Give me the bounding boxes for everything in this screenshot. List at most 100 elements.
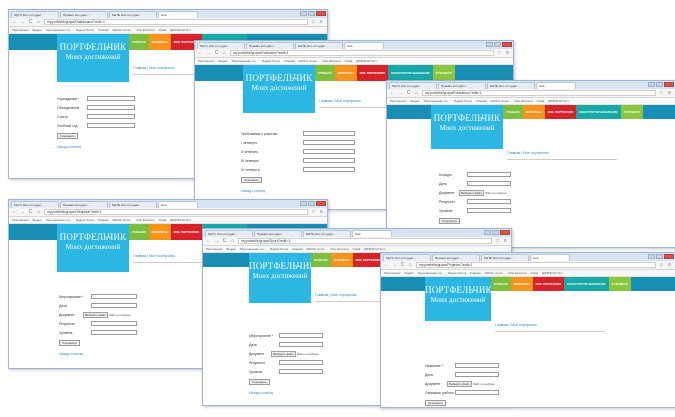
forward-arrow-icon[interactable]: → [392, 261, 397, 270]
breadcrumb[interactable]: Главная | Мое портфолио [507, 151, 549, 155]
bookmark-item[interactable]: Mail.Ru почта... [307, 247, 327, 251]
close-button[interactable] [316, 201, 326, 206]
forward-arrow-icon[interactable]: → [214, 237, 219, 246]
text-input[interactable] [455, 363, 499, 368]
menu-item[interactable]: ГЛАВНАЯ [503, 105, 523, 119]
browser-tab[interactable]: МаТЕ Кол-тол-удел... [481, 254, 529, 261]
close-button[interactable] [664, 82, 674, 87]
menu-item[interactable]: МОЕ ПОРТФОЛИО [170, 224, 203, 240]
url-input[interactable]: my.portfelik/grups/Sport/?edit=1 [238, 238, 492, 244]
bookmark-item[interactable]: Яндекс Почта [270, 247, 288, 251]
bookmark-item[interactable]: Приложения [390, 99, 406, 103]
menu-icon[interactable]: ≡ [503, 237, 508, 246]
menu-item[interactable]: ГЛАВНАЯ [129, 224, 149, 240]
minimize-button[interactable] [300, 11, 307, 16]
text-input[interactable] [279, 342, 323, 347]
site-logo[interactable]: ПОРТФЕЛЬЧИК Моих достижений [425, 277, 492, 321]
forward-arrow-icon[interactable]: → [398, 89, 403, 98]
minimize-button[interactable] [300, 201, 307, 206]
text-input[interactable] [279, 369, 323, 374]
close-button[interactable] [316, 11, 326, 16]
menu-icon[interactable]: ≡ [319, 208, 324, 217]
reload-icon[interactable]: C [406, 89, 411, 98]
home-icon[interactable]: ⌂ [408, 261, 413, 270]
site-logo[interactable]: ПОРТФЕЛЬЧИК Моих достижений [243, 65, 315, 113]
back-arrow-icon[interactable]: ← [384, 261, 389, 270]
menu-item[interactable]: ГЛАВНАЯ [311, 253, 331, 267]
maximize-button[interactable] [308, 201, 315, 206]
menu-item[interactable]: КОНСТРУКТОР ШАБЛОНОВ [388, 65, 433, 81]
browser-tab[interactable]: МаТЕ Кол-тол-удел... [109, 11, 157, 18]
star-icon[interactable]: ☆ [311, 18, 316, 27]
bookmark-item[interactable]: ДИФТЕСН Пост... [170, 28, 193, 32]
text-input[interactable] [303, 140, 355, 145]
bookmark-item[interactable]: ДИФТЕСН Пост... [542, 271, 565, 275]
bookmark-item[interactable]: Mail.Ru почта... [113, 28, 133, 32]
bookmark-item[interactable]: Управ [537, 99, 545, 103]
bookmark-item[interactable]: Персональная стр... [418, 271, 444, 275]
save-button[interactable]: Сохранить [439, 218, 460, 224]
bookmark-item[interactable]: Приложения [206, 247, 222, 251]
browser-tab[interactable]: Нов [158, 11, 198, 18]
text-input[interactable] [279, 360, 323, 365]
bookmark-item[interactable]: Персональная стр... [232, 59, 258, 63]
back-arrow-icon[interactable]: ← [12, 18, 17, 27]
menu-icon[interactable]: ≡ [319, 18, 324, 27]
browser-tab[interactable]: Нов [352, 230, 392, 237]
menu-item[interactable]: О ПРОЕКТЕ [432, 65, 455, 81]
browser-tab[interactable]: MyTC Кол-тол-удел... [383, 254, 431, 261]
choose-file-button[interactable]: Выберите файл [459, 190, 484, 196]
url-input[interactable]: my.portfelik/grups/Dashboard/?edit=1 [44, 19, 308, 25]
bookmark-item[interactable]: Яндекс [404, 271, 413, 275]
browser-tab[interactable]: MyTC Кол-тол-удел... [205, 230, 253, 237]
text-input[interactable] [87, 105, 135, 110]
text-input[interactable] [91, 294, 137, 299]
text-input[interactable] [303, 131, 355, 136]
bookmark-item[interactable]: Приложения [12, 28, 28, 32]
bookmark-item[interactable]: Управ [159, 218, 167, 222]
menu-item[interactable]: ГЛАВНАЯ [129, 34, 149, 50]
maximize-button[interactable] [308, 11, 315, 16]
reload-icon[interactable]: C [400, 261, 405, 270]
choose-file-button[interactable]: Выберите файл [83, 312, 108, 318]
text-input[interactable] [91, 303, 137, 308]
bookmark-item[interactable]: Приложения [12, 218, 28, 222]
text-input[interactable] [467, 208, 511, 213]
bookmark-item[interactable]: Приложения [198, 59, 214, 63]
menu-item[interactable]: ИНТЕРЕСЫ [334, 65, 357, 81]
bookmark-item[interactable]: Яндекс Почта [76, 28, 94, 32]
breadcrumb[interactable]: Главная | Мое портфолио [495, 323, 537, 327]
menu-item[interactable]: ГЛАВНАЯ [491, 277, 511, 291]
save-button[interactable]: Сохранить [57, 133, 78, 139]
star-icon[interactable]: ☆ [497, 49, 502, 58]
bookmark-item[interactable]: ДИФТЕСН Пост... [356, 59, 379, 63]
bookmark-item[interactable]: Приложения [384, 271, 400, 275]
minimize-button[interactable] [648, 82, 655, 87]
menu-icon[interactable]: ≡ [667, 261, 672, 270]
back-to-list-link[interactable]: Назад к списку [57, 145, 177, 149]
star-icon[interactable]: ☆ [659, 261, 664, 270]
maximize-button[interactable] [492, 230, 499, 235]
browser-tab[interactable]: Нов [344, 42, 384, 49]
text-input[interactable] [303, 158, 355, 163]
menu-item[interactable]: ИНТЕРЕСЫ [330, 253, 353, 267]
save-button[interactable]: Сохранить [249, 379, 270, 385]
bookmark-item[interactable]: Главная [98, 218, 109, 222]
text-input[interactable] [91, 330, 137, 335]
browser-tab[interactable]: Премия кол-удел... [438, 82, 486, 89]
bookmark-item[interactable]: Главная [98, 28, 109, 32]
bookmark-item[interactable]: Мои Каталоги [515, 99, 533, 103]
close-button[interactable] [500, 230, 510, 235]
bookmark-item[interactable]: Яндекс [32, 218, 41, 222]
menu-item[interactable]: О ПРОЕКТЕ [620, 105, 643, 119]
text-input[interactable] [91, 321, 137, 326]
browser-tab[interactable]: Премия кол-удел... [254, 230, 302, 237]
bookmark-item[interactable]: Главная [470, 271, 481, 275]
menu-item[interactable]: МОЕ ПОРТФОЛИО [532, 277, 565, 291]
menu-icon[interactable]: ≡ [667, 89, 672, 98]
home-icon[interactable]: ⌂ [36, 18, 41, 27]
breadcrumb[interactable]: Главная | Мое портфолио [319, 99, 361, 103]
save-button[interactable]: Сохранить [241, 177, 262, 183]
forward-arrow-icon[interactable]: → [20, 18, 25, 27]
back-arrow-icon[interactable]: ← [12, 208, 17, 217]
